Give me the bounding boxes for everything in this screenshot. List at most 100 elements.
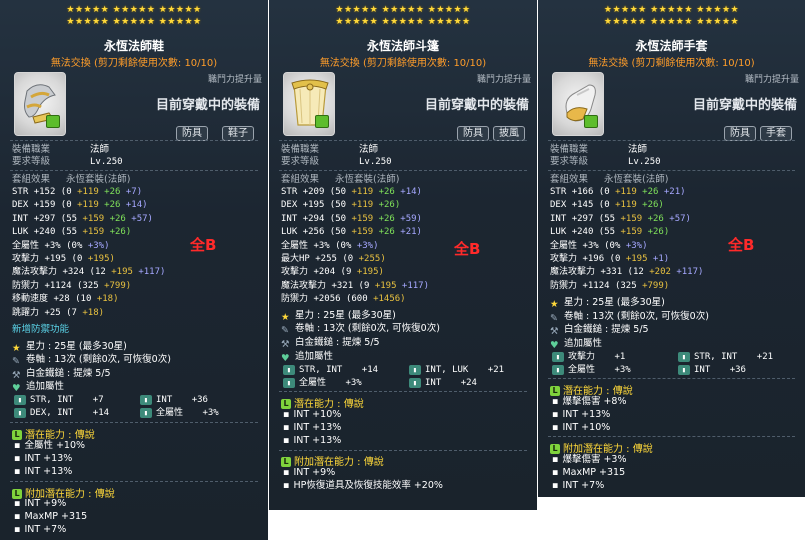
potential-line: INT +13% bbox=[14, 465, 72, 478]
divider bbox=[548, 436, 795, 437]
stat-part: +331 bbox=[600, 267, 623, 278]
stat-row: 魔法攻擊力 +331 (12 +202 +117) bbox=[550, 266, 703, 279]
stat-part: +1124 bbox=[582, 280, 610, 291]
stat-part: +26 bbox=[642, 187, 659, 197]
stat-part: (50 bbox=[329, 213, 347, 224]
all-b-annotation: 全B bbox=[190, 236, 217, 254]
stat-part: +159 bbox=[351, 227, 374, 238]
tag-armor: 防具 bbox=[176, 126, 208, 141]
hammer-row: ⚒ 白金鐵鎚 : 提煉 5/5 bbox=[550, 324, 649, 337]
combat-power-label: 職鬥力提升量 bbox=[744, 75, 799, 85]
stat-part: +26 bbox=[647, 213, 664, 224]
tag-type: 披風 bbox=[493, 126, 525, 141]
extra-option-label: ♥ 追加屬性 bbox=[281, 351, 334, 364]
stat-part: +1456) bbox=[373, 294, 406, 305]
lock-icon bbox=[46, 115, 60, 128]
extra-option-row: ▮ STR, INT +7 bbox=[14, 394, 104, 407]
stat-part: (9 bbox=[340, 267, 352, 278]
stat-part: (600 bbox=[345, 294, 368, 305]
stat-part: (0 bbox=[60, 200, 72, 211]
stat-part: 全屬性 bbox=[12, 240, 40, 251]
stat-part: 攻擊力 bbox=[568, 352, 596, 362]
stat-part: +799) bbox=[642, 280, 670, 291]
stat-part: (0 bbox=[60, 187, 72, 197]
stat-part: +24 bbox=[460, 378, 477, 388]
stat-part: +3%) bbox=[356, 240, 379, 251]
stat-part: +119 bbox=[351, 187, 374, 197]
tier-icon: ▮ bbox=[283, 364, 295, 375]
stat-row: 攻擊力 +204 (9 +195) bbox=[281, 266, 384, 279]
star-force-row: ★ 星力 : 25星 (最多30星) bbox=[281, 310, 396, 323]
stat-part: +26) bbox=[647, 227, 670, 238]
potential-line: INT +13% bbox=[283, 434, 341, 447]
stat-part: +159 bbox=[620, 227, 643, 238]
stat-part: +159 bbox=[33, 200, 56, 211]
additional-potential-line: 爆擊傷害 +3% bbox=[552, 453, 626, 466]
untradeable-notice: 無法交換 (剪刀剩餘使用次數: 10/10) bbox=[588, 58, 755, 69]
stat-part: (0% bbox=[604, 240, 621, 251]
stat-part: +297 bbox=[33, 213, 56, 224]
stat-part: +117) bbox=[401, 280, 430, 291]
extra-option-row: ▮ INT, LUK +21 bbox=[409, 364, 504, 377]
divider bbox=[279, 450, 527, 451]
stat-part: +195 bbox=[111, 267, 133, 278]
stat-part: STR, INT bbox=[299, 365, 343, 375]
stat-part: (50 bbox=[329, 227, 347, 238]
stat-part: INT bbox=[12, 213, 29, 224]
stat-part: +240 bbox=[571, 227, 594, 238]
divider bbox=[548, 140, 795, 141]
stat-part: (325 bbox=[76, 280, 99, 291]
extra-option-row: ▮ DEX, INT +14 bbox=[14, 407, 109, 420]
stat-part: DEX, INT bbox=[30, 408, 74, 418]
star-row-bottom: ★★★★★ ★★★★★ ★★★★★ bbox=[335, 17, 471, 27]
additional-potential-line: INT +9% bbox=[283, 466, 335, 479]
stat-part: +204 bbox=[313, 267, 336, 278]
stat-part: +1) bbox=[652, 254, 670, 264]
stat-part: 防禦力 bbox=[550, 280, 578, 291]
stat-row: 跳躍力 +25 (7 +18) bbox=[12, 307, 104, 320]
stat-part: 攻擊力 bbox=[281, 267, 309, 278]
stat-part: +26) bbox=[109, 227, 132, 238]
extra-option-row: ▮ 全屬性 +3% bbox=[140, 407, 219, 420]
stat-part: (55 bbox=[598, 227, 616, 238]
scroll-row: ✎ 卷軸 : 13次 (剩餘0次, 可恢復0次) bbox=[281, 323, 440, 336]
stat-part: +1 bbox=[614, 352, 626, 362]
stat-part: +3% bbox=[582, 240, 599, 251]
stat-part: +2056 bbox=[313, 294, 341, 305]
stat-row: STR +166 (0 +119 +26 +21) bbox=[550, 186, 686, 199]
stat-part: LUK bbox=[550, 227, 567, 238]
additional-potential-line: INT +7% bbox=[552, 479, 604, 492]
stat-part: 魔法攻擊力 bbox=[12, 267, 58, 278]
stat-row: STR +209 (50 +119 +26 +14) bbox=[281, 186, 422, 199]
stat-part: +256 bbox=[302, 227, 325, 238]
stat-part: +26) bbox=[642, 200, 664, 211]
stat-part: 魔法攻擊力 bbox=[550, 267, 596, 278]
stat-part: +195 bbox=[625, 254, 648, 264]
set-effect-row: 套組效果 永恆套裝(法師) bbox=[12, 174, 131, 185]
stat-part: +21 bbox=[756, 352, 774, 362]
stat-part: 防禦力 bbox=[12, 280, 40, 291]
divider bbox=[548, 170, 795, 171]
tier-icon: ▮ bbox=[14, 394, 26, 405]
tag-armor: 防具 bbox=[457, 126, 489, 141]
scroll-row: ✎ 卷軸 : 13次 (剩餘0次, 可恢復0次) bbox=[12, 354, 171, 367]
stat-part: +28 bbox=[53, 294, 70, 305]
hammer-row: ⚒ 白金鐵鎚 : 提煉 5/5 bbox=[12, 368, 111, 381]
extra-option-label: ♥ 追加屬性 bbox=[12, 381, 65, 394]
divider bbox=[10, 170, 258, 171]
stat-part: LUK bbox=[281, 227, 298, 238]
stat-part: STR bbox=[12, 187, 29, 197]
stat-part: 攻擊力 bbox=[550, 254, 578, 264]
lock-icon bbox=[584, 115, 598, 128]
additional-potential-line: INT +9% bbox=[14, 497, 66, 510]
stat-part: +59) bbox=[400, 213, 422, 224]
item-title: 永恆法師斗篷 bbox=[366, 39, 439, 53]
stat-part: +202 bbox=[649, 267, 671, 278]
stat-part: +3%) bbox=[87, 240, 110, 251]
set-effect-row: 套組效果 永恆套裝(法師) bbox=[550, 174, 669, 185]
stat-row: 攻擊力 +195 (0 +195) bbox=[12, 253, 115, 266]
potential-line: INT +13% bbox=[14, 452, 72, 465]
additional-potential-line: MaxMP +315 bbox=[14, 510, 87, 523]
stat-row: 魔法攻擊力 +324 (12 +195 +117) bbox=[12, 266, 165, 279]
stat-part: 全屬性 bbox=[156, 408, 184, 418]
